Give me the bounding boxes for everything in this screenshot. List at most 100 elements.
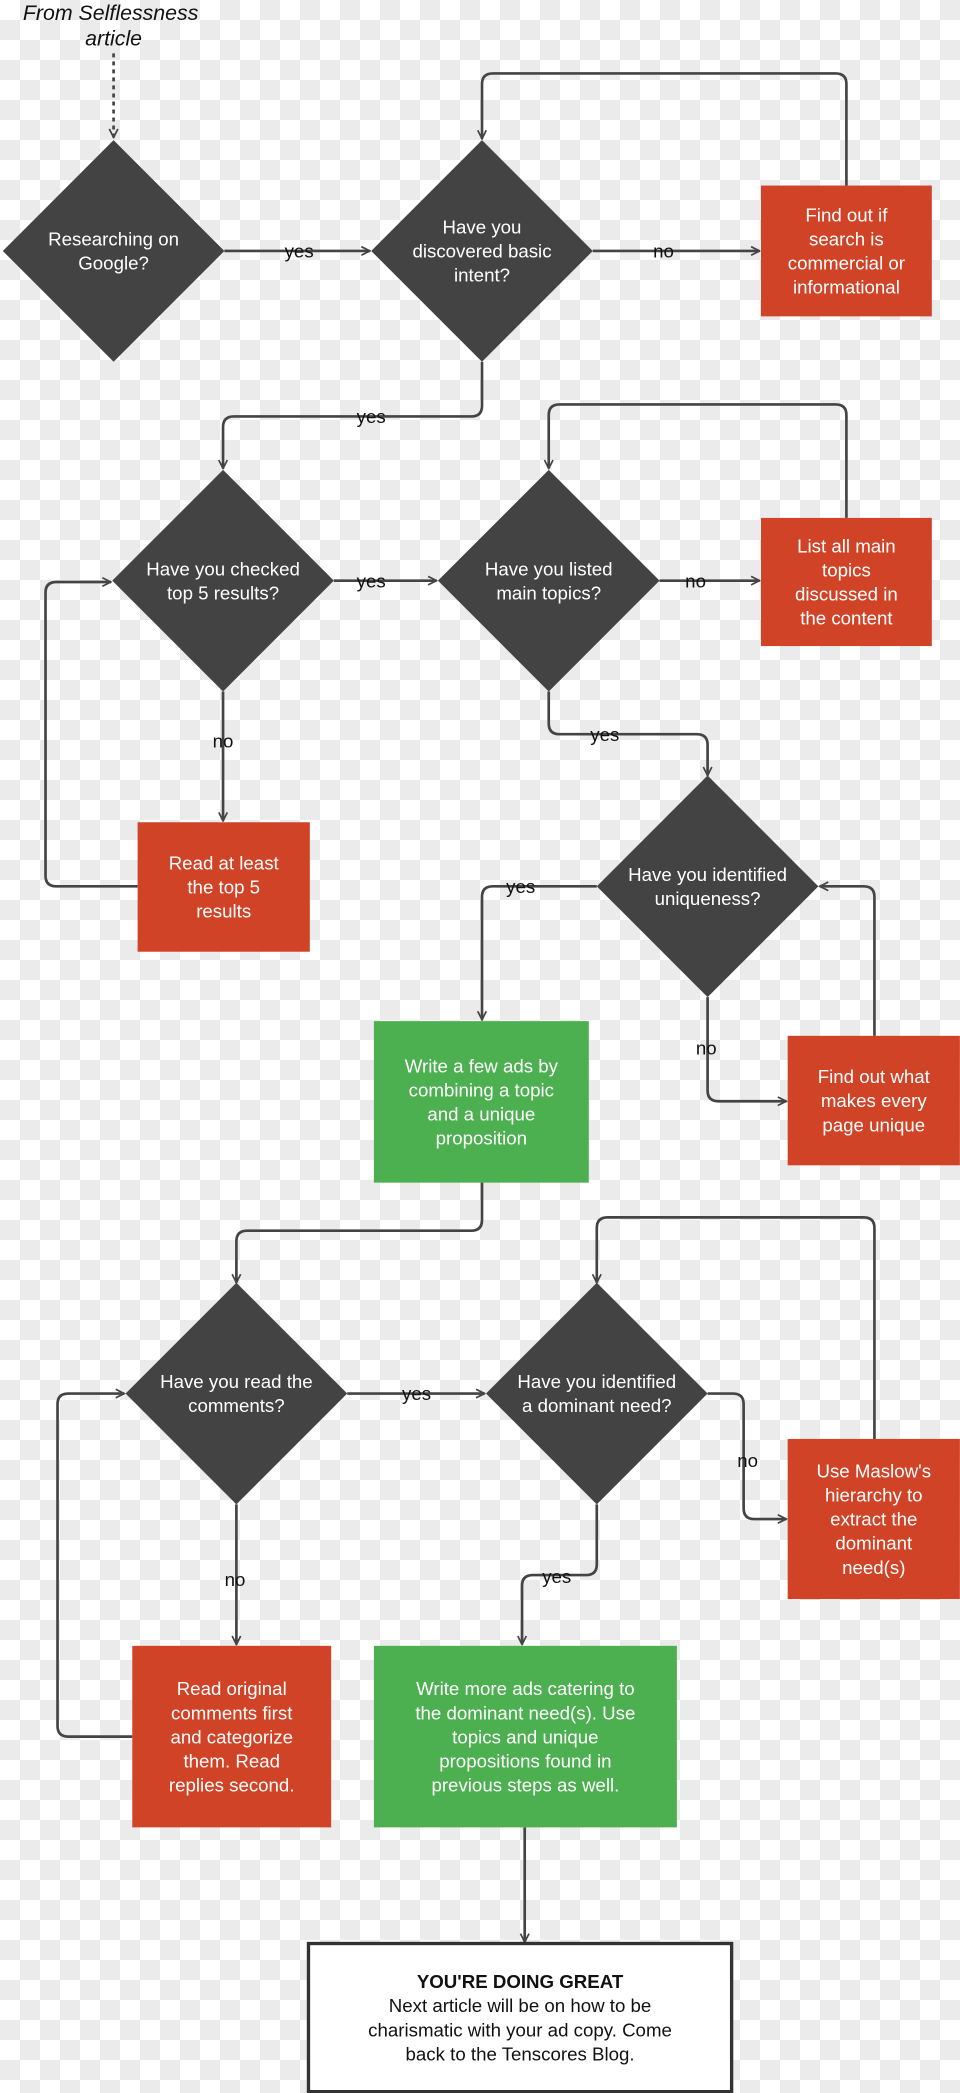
node-text-line: uniqueness? <box>655 888 761 909</box>
node-r4: Find out what makes every page unique <box>787 1035 960 1166</box>
nodes: Researching on Google? Have you discovered … <box>2 140 960 2093</box>
node-text-line: Find out if <box>805 205 888 226</box>
node-text-line: charismatic with your ad copy. Come <box>368 2019 672 2040</box>
node-text-line: need(s) <box>842 1557 905 1578</box>
decision-diamond <box>112 469 334 692</box>
node-text-line: Read original <box>177 1678 287 1699</box>
edge-label-no: no <box>213 731 234 752</box>
node-text-line: and a unique <box>427 1104 535 1125</box>
node-d5: Have you identified uniqueness? <box>596 775 819 998</box>
node-d2: Have you discovered basic intent? <box>371 140 593 362</box>
decision-diamond <box>437 469 660 692</box>
node-text-line: Have you checked <box>146 558 300 579</box>
source-note: From Selflessness article <box>23 1 204 50</box>
node-text-line: search is <box>809 229 884 250</box>
node-text-line: topics <box>822 560 871 581</box>
node-text-line: a dominant need? <box>522 1395 672 1416</box>
output-box <box>373 1021 589 1183</box>
edge-label-yes: yes <box>590 724 619 745</box>
edge-label-no: no <box>653 241 674 262</box>
node-d1: Researching on Google? <box>2 140 225 362</box>
node-text-line: comments? <box>188 1395 285 1416</box>
node-text-line: the dominant need(s). Use <box>415 1702 635 1723</box>
node-text-line: hierarchy to <box>825 1485 923 1506</box>
edge-label-yes: yes <box>357 406 386 427</box>
node-title: YOU'RE DOING GREAT <box>417 1971 624 1992</box>
source-note-line: article <box>85 26 142 50</box>
node-text-line: replies second. <box>169 1774 295 1795</box>
node-text-line: combining a topic <box>409 1080 554 1101</box>
node-text-line: comments first <box>171 1702 293 1723</box>
decision-diamond <box>596 775 819 998</box>
edge-r1-d2 <box>482 72 848 186</box>
node-text-line: Have you identified <box>628 864 787 885</box>
node-text-line: results <box>196 901 251 922</box>
node-text-line: Find out what <box>818 1066 931 1087</box>
edge-d5-r4 <box>706 997 787 1101</box>
node-r1: Find out if search is commercial or informa… <box>760 185 932 317</box>
decision-diamond <box>486 1282 708 1505</box>
node-text-line: page unique <box>822 1114 925 1135</box>
node-r3: Read at least the top 5 results <box>137 822 310 952</box>
edge-label-yes: yes <box>402 1383 431 1404</box>
node-d7: Have you identified a dominant need? <box>486 1282 708 1505</box>
node-d3: Have you checked top 5 results? <box>112 469 334 692</box>
edge-label-no: no <box>696 1038 717 1059</box>
node-text-line: Have you read the <box>160 1371 313 1392</box>
source-note-line: From Selflessness <box>23 1 199 25</box>
node-text-line: discussed in <box>795 584 898 605</box>
node-text-line: main topics? <box>496 582 601 603</box>
edge-g1-d6 <box>236 1182 484 1283</box>
node-r2: List all main topics discussed in the conte… <box>760 517 932 647</box>
edge-r4-d5 <box>820 886 876 1036</box>
edge-r2-d4 <box>549 403 848 518</box>
node-text: Read original comments first and categoriz… <box>169 1678 295 1795</box>
node-text-line: dominant <box>835 1533 913 1554</box>
edge-label-no: no <box>225 1569 246 1590</box>
edge-label-no: no <box>685 570 706 591</box>
edge-d2-d3 <box>223 361 484 469</box>
edge-r3-d3 <box>44 582 138 888</box>
node-text-line: propositions found in <box>439 1750 611 1771</box>
node-r6: Read original comments first and categoriz… <box>132 1645 332 1828</box>
node-g1: Write a few ads by combining a topic and a… <box>373 1021 589 1183</box>
node-text-line: Write more ads catering to <box>416 1678 635 1699</box>
edge-label-no: no <box>737 1450 758 1471</box>
flowchart: From Selflessness article yes no yes yes… <box>2 1 960 2093</box>
edge-d5-g1 <box>482 884 597 1019</box>
node-end: YOU'RE DOING GREAT Next article will be o… <box>306 1941 734 2093</box>
node-text-line: Have you identified <box>517 1371 676 1392</box>
decision-diamond <box>125 1282 348 1505</box>
node-g2: Write more ads catering to the dominant n… <box>373 1645 677 1828</box>
node-text-line: Next article will be on how to be <box>389 1995 652 2016</box>
node-text-line: back to the Tenscores Blog. <box>406 2043 635 2064</box>
node-text-line: commercial or <box>788 253 905 274</box>
terminal-box <box>306 1941 734 2093</box>
edge-r6-d6 <box>56 1394 133 1738</box>
node-text-line: the top 5 <box>187 877 260 898</box>
node-text-line: List all main <box>797 536 896 557</box>
node-d6: Have you read the comments? <box>125 1282 348 1505</box>
node-text-line: topics and unique <box>452 1726 598 1747</box>
node-r5: Use Maslow's hierarchy to extract the domin… <box>787 1438 960 1600</box>
edge-label-yes: yes <box>506 876 535 897</box>
node-text-line: proposition <box>436 1128 527 1149</box>
edge-label-yes: yes <box>357 570 386 591</box>
node-text-line: top 5 results? <box>167 582 279 603</box>
node-text: Find out what makes every page unique <box>818 1066 931 1135</box>
edge-d4-d5 <box>547 691 708 775</box>
decision-diamond <box>2 140 225 362</box>
node-text-line: discovered basic <box>412 241 551 262</box>
node-text-line: Have you listed <box>485 558 613 579</box>
node-text-line: Researching on <box>48 229 179 250</box>
node-text-line: the content <box>800 608 893 629</box>
node-text-line: extract the <box>830 1509 917 1530</box>
node-d4: Have you listed main topics? <box>437 469 660 692</box>
node-text-line: them. Read <box>183 1750 280 1771</box>
node-text-line: and categorize <box>170 1726 292 1747</box>
node-text-line: Read at least <box>169 853 280 874</box>
node-text-line: Use Maslow's <box>816 1461 931 1482</box>
node-text-line: Google? <box>78 253 149 274</box>
node-text-line: makes every <box>821 1090 928 1111</box>
node-text-line: Write a few ads by <box>405 1056 559 1077</box>
